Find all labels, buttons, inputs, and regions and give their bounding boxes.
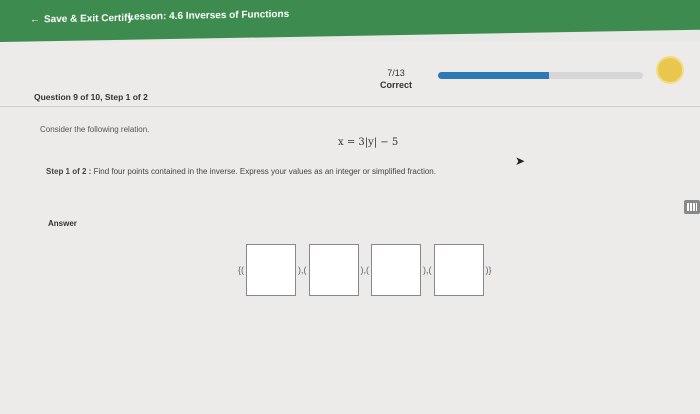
calculator-icon[interactable] [684,200,700,214]
answer-sep-3: ),( [423,265,432,275]
status-correct: Correct [380,80,413,90]
progress-bar [438,72,643,79]
answer-label: Answer [48,219,77,228]
answer-close: )} [485,265,492,275]
step-instruction: Step 1 of 2 : Find four points contained… [46,167,436,176]
answer-input-3[interactable] [371,244,422,296]
answer-sep-2: ),( [360,265,370,275]
answer-input-2[interactable] [308,244,359,296]
top-bar: ← Save & Exit Certify Lesson: 4.6 Invers… [0,0,700,42]
main-content: Question 9 of 10, Step 1 of 2 7/13 Corre… [0,42,700,414]
save-exit-label: Save & Exit Certify [44,12,133,26]
answer-open: {( [238,265,245,275]
badge-icon[interactable] [656,56,684,84]
score-value: 7/13 [387,68,405,78]
save-exit-button[interactable]: ← Save & Exit Certify [30,13,133,26]
answer-input-1[interactable] [246,244,297,296]
answer-row: {( ),( ),( ),( )} [236,242,494,298]
answer-input-4[interactable] [433,244,484,296]
arrow-left-icon: ← [30,14,40,26]
mouse-cursor-icon: ➤ [515,154,526,168]
step-text: Find four points contained in the invers… [93,167,436,176]
lesson-title: Lesson: 4.6 Inverses of Functions [128,8,290,23]
equation: x = 3|y| − 5 [338,137,399,148]
step-label: Step 1 of 2 : [46,167,92,176]
answer-sep-1: ),( [298,265,307,275]
problem-prompt: Consider the following relation. [40,125,150,134]
question-info: Question 9 of 10, Step 1 of 2 [34,92,148,102]
divider [0,106,700,107]
progress-fill [438,72,549,79]
score-display: 7/13 Correct [380,68,412,90]
